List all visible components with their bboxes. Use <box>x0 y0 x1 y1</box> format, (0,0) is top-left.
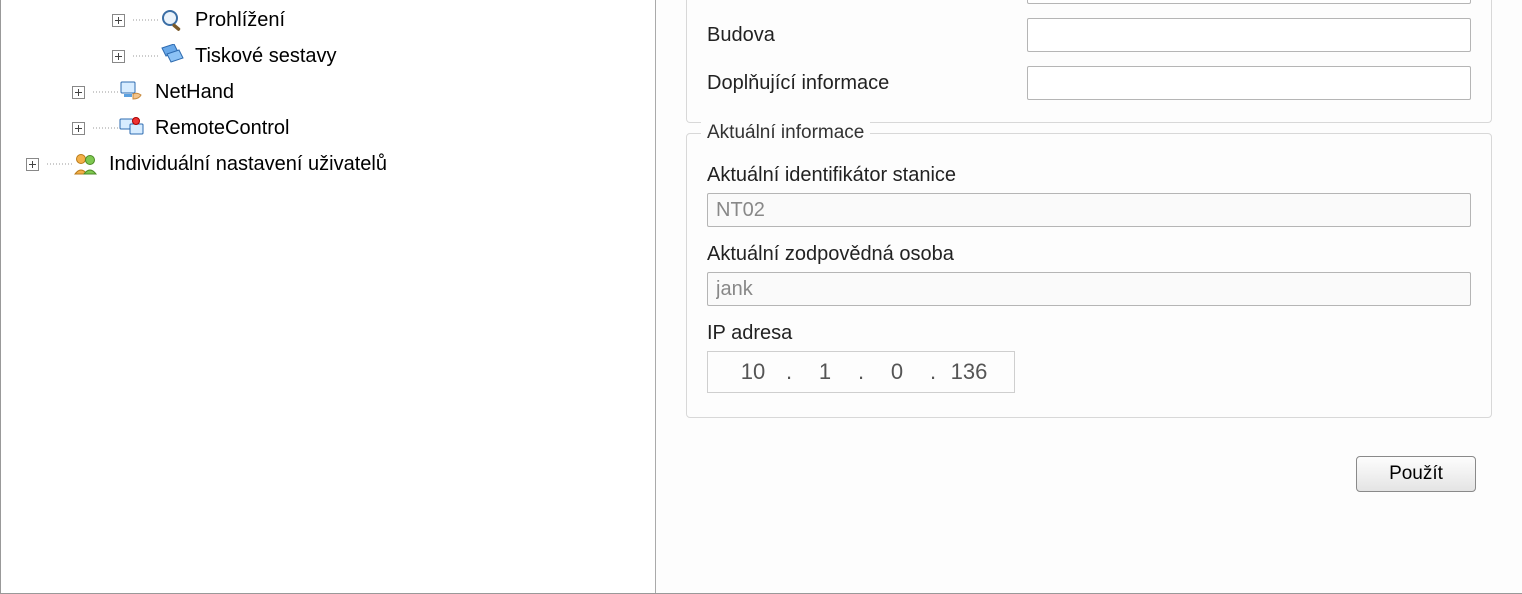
tree-item-prohlizeni[interactable]: Prohlížení <box>1 2 655 38</box>
tree-panel: Prohlížení Tiskové sestavy <box>1 0 656 593</box>
app-window: Prohlížení Tiskové sestavy <box>0 0 1522 594</box>
station-id-label: Aktuální identifikátor stanice <box>707 164 1471 187</box>
tree-connector <box>93 83 119 101</box>
person-input <box>707 272 1471 306</box>
budova-label: Budova <box>707 24 1027 47</box>
budova-input[interactable] <box>1027 18 1471 52</box>
ip-address-box: 10 . 1 . 0 . 136 <box>707 351 1015 393</box>
tree-item-tiskove[interactable]: Tiskové sestavy <box>1 38 655 74</box>
ip-octet-1: 10 <box>726 359 780 385</box>
reports-icon <box>159 43 185 69</box>
tree-label: NetHand <box>155 74 234 110</box>
current-info-group: Aktuální informace Aktuální identifikáto… <box>686 133 1492 418</box>
tree-connector <box>133 11 159 29</box>
person-label: Aktuální zodpovědná osoba <box>707 243 1471 266</box>
apply-button[interactable]: Použít <box>1356 456 1476 492</box>
nethand-icon <box>119 79 145 105</box>
expand-icon[interactable] <box>109 47 127 65</box>
users-icon <box>73 151 99 177</box>
remotecontrol-icon <box>119 115 145 141</box>
magnifier-icon <box>159 7 185 33</box>
station-id-input <box>707 193 1471 227</box>
tree-connector <box>47 155 73 173</box>
tree-item-individual[interactable]: Individuální nastavení uživatelů <box>1 146 655 182</box>
tree-label: Tiskové sestavy <box>195 38 337 74</box>
expand-icon[interactable] <box>109 11 127 29</box>
tree-item-nethand[interactable]: NetHand <box>1 74 655 110</box>
form-panel: Budova Doplňující informace Aktuální inf… <box>656 0 1522 593</box>
ip-label: IP adresa <box>707 322 1471 345</box>
upper-field-input[interactable] <box>1027 0 1471 4</box>
ip-octet-4: 136 <box>942 359 996 385</box>
tree-label: RemoteControl <box>155 110 290 146</box>
dopln-input[interactable] <box>1027 66 1471 100</box>
tree-item-remotecontrol[interactable]: RemoteControl <box>1 110 655 146</box>
expand-icon[interactable] <box>69 119 87 137</box>
expand-icon[interactable] <box>69 83 87 101</box>
ip-octet-3: 0 <box>870 359 924 385</box>
ip-octet-2: 1 <box>798 359 852 385</box>
group-legend: Aktuální informace <box>701 122 870 144</box>
tree-label: Prohlížení <box>195 2 285 38</box>
upper-group: Budova Doplňující informace <box>686 0 1492 123</box>
tree-connector <box>93 119 119 137</box>
settings-tree[interactable]: Prohlížení Tiskové sestavy <box>1 2 655 182</box>
tree-label: Individuální nastavení uživatelů <box>109 146 387 182</box>
tree-connector <box>133 47 159 65</box>
expand-icon[interactable] <box>23 155 41 173</box>
dopln-label: Doplňující informace <box>707 72 1027 95</box>
